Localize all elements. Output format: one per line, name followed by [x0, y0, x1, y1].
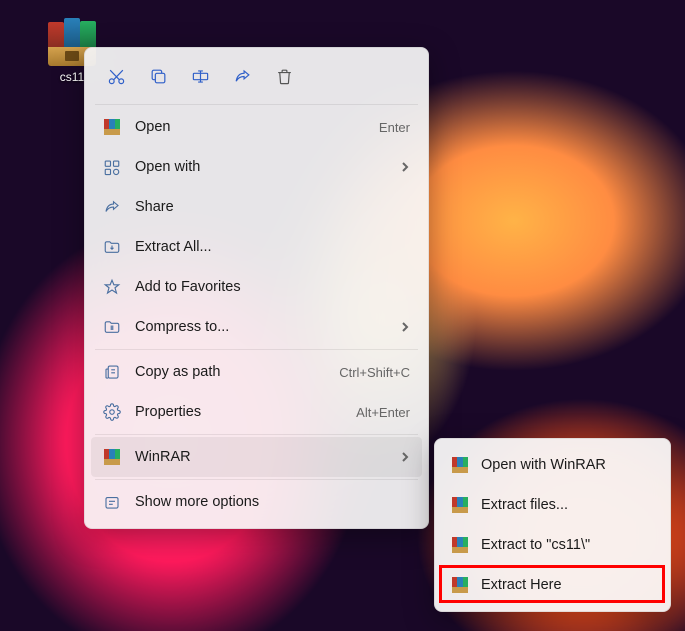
- cut-icon: [107, 67, 126, 86]
- context-menu-toolbar: [91, 54, 422, 102]
- share-button[interactable]: [223, 58, 261, 94]
- open-with-icon: [103, 158, 121, 176]
- menu-item-more-options[interactable]: Show more options: [91, 482, 422, 522]
- menu-item-label: Compress to...: [135, 319, 386, 335]
- menu-item-label: WinRAR: [135, 449, 386, 465]
- copy-button[interactable]: [139, 58, 177, 94]
- submenu-item-extract-to[interactable]: Extract to "cs11\": [441, 525, 664, 565]
- winrar-submenu: Open with WinRAR Extract files... Extrac…: [434, 438, 671, 612]
- context-menu: Open Enter Open with Share Extract All..…: [84, 47, 429, 529]
- menu-item-shortcut: Ctrl+Shift+C: [339, 365, 410, 380]
- star-icon: [103, 278, 121, 296]
- copy-path-icon: [103, 363, 121, 381]
- menu-item-label: Extract All...: [135, 239, 410, 255]
- rename-button[interactable]: [181, 58, 219, 94]
- winrar-icon: [451, 536, 469, 554]
- folder-extract-icon: [103, 238, 121, 256]
- submenu-item-extract-files[interactable]: Extract files...: [441, 485, 664, 525]
- menu-item-shortcut: Alt+Enter: [356, 405, 410, 420]
- separator: [95, 349, 418, 350]
- menu-item-open[interactable]: Open Enter: [91, 107, 422, 147]
- cut-button[interactable]: [97, 58, 135, 94]
- winrar-icon: [451, 456, 469, 474]
- submenu-item-open-winrar[interactable]: Open with WinRAR: [441, 445, 664, 485]
- menu-item-copy-path[interactable]: Copy as path Ctrl+Shift+C: [91, 352, 422, 392]
- submenu-item-label: Extract Here: [481, 577, 562, 593]
- separator: [95, 434, 418, 435]
- menu-item-label: Show more options: [135, 494, 410, 510]
- winrar-icon: [103, 118, 121, 136]
- winrar-icon: [451, 576, 469, 594]
- winrar-icon: [451, 496, 469, 514]
- copy-icon: [149, 67, 168, 86]
- menu-item-label: Open: [135, 119, 365, 135]
- share-icon: [103, 198, 121, 216]
- menu-item-extract-all[interactable]: Extract All...: [91, 227, 422, 267]
- submenu-item-label: Extract to "cs11\": [481, 537, 590, 553]
- properties-icon: [103, 403, 121, 421]
- winrar-icon: [103, 448, 121, 466]
- menu-item-share[interactable]: Share: [91, 187, 422, 227]
- submenu-item-label: Extract files...: [481, 497, 568, 513]
- desktop-icon-label: cs11: [60, 70, 84, 84]
- menu-item-compress[interactable]: Compress to...: [91, 307, 422, 347]
- delete-button[interactable]: [265, 58, 303, 94]
- trash-icon: [275, 67, 294, 86]
- menu-item-favorites[interactable]: Add to Favorites: [91, 267, 422, 307]
- share-icon: [233, 67, 252, 86]
- separator: [95, 104, 418, 105]
- menu-item-label: Share: [135, 199, 410, 215]
- menu-item-shortcut: Enter: [379, 120, 410, 135]
- compress-icon: [103, 318, 121, 336]
- rename-icon: [191, 67, 210, 86]
- menu-item-label: Copy as path: [135, 364, 325, 380]
- chevron-right-icon: [400, 319, 410, 335]
- menu-item-winrar[interactable]: WinRAR: [91, 437, 422, 477]
- menu-item-open-with[interactable]: Open with: [91, 147, 422, 187]
- separator: [95, 479, 418, 480]
- submenu-item-label: Open with WinRAR: [481, 457, 606, 473]
- menu-item-properties[interactable]: Properties Alt+Enter: [91, 392, 422, 432]
- chevron-right-icon: [400, 159, 410, 175]
- more-options-icon: [103, 493, 121, 511]
- menu-item-label: Open with: [135, 159, 386, 175]
- chevron-right-icon: [400, 449, 410, 465]
- menu-item-label: Properties: [135, 404, 342, 420]
- menu-item-label: Add to Favorites: [135, 279, 410, 295]
- submenu-item-extract-here[interactable]: Extract Here: [441, 565, 664, 605]
